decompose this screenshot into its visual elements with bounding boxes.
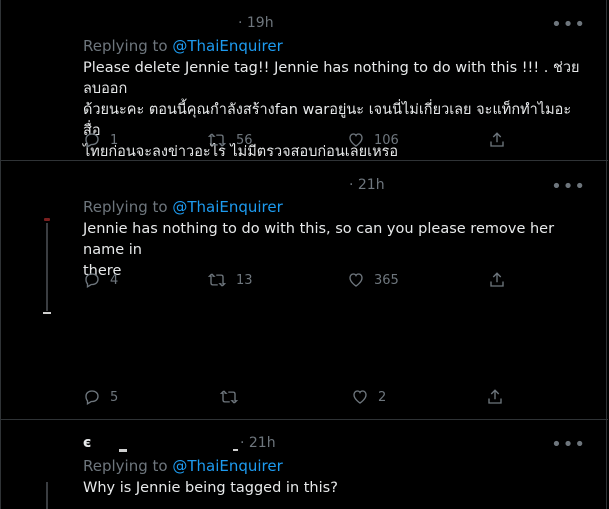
like-button[interactable]: 365 [347, 271, 399, 289]
thread-line [46, 223, 48, 311]
replying-to: Replying to @ThaiEnquirer [83, 37, 283, 55]
reply-count: 5 [110, 389, 119, 405]
tweet-text-line: Why is Jennie being tagged in this? [83, 480, 338, 496]
replying-to-label: Replying to [83, 198, 173, 216]
avatar-fragment [43, 312, 51, 314]
timeline: · 19h ••• Replying to @ThaiEnquirer Plea… [0, 0, 608, 509]
thread-line [46, 482, 48, 509]
like-icon [349, 133, 363, 147]
mention-link[interactable]: @ThaiEnquirer [172, 37, 282, 55]
replying-to: Replying to @ThaiEnquirer [83, 198, 283, 216]
reply-count: 1 [110, 132, 119, 148]
tweet-timestamp[interactable]: · 19h [238, 15, 274, 31]
tweet-2[interactable]: · 21h ••• Replying to @ThaiEnquirer Jenn… [1, 161, 608, 418]
retweet-button[interactable]: 13 [207, 271, 253, 289]
reply-button[interactable]: 1 [83, 131, 118, 149]
like-button[interactable]: 2 [351, 388, 386, 406]
share-button[interactable] [486, 388, 504, 406]
reply-icon [85, 273, 99, 288]
tweet-text: Why is Jennie being tagged in this? [83, 478, 583, 499]
mention-link[interactable]: @ThaiEnquirer [172, 457, 282, 475]
share-icon [490, 132, 504, 147]
reply-button[interactable]: 5 [83, 388, 118, 406]
retweet-button[interactable]: 56 [207, 131, 253, 149]
tweet-timestamp[interactable]: · 21h [349, 177, 385, 193]
avatar-fragment [44, 218, 50, 221]
like-count: 365 [374, 272, 399, 288]
retweet-button[interactable] [219, 388, 248, 406]
share-button[interactable] [488, 271, 506, 289]
tweet-text-line: Please delete Jennie tag!! Jennie has no… [83, 60, 580, 97]
replying-to: Replying to @ThaiEnquirer [83, 457, 283, 475]
tweet-3[interactable]: є · 21h ••• Replying to @ThaiEnquirer Wh… [1, 420, 608, 509]
retweet-icon [219, 390, 239, 404]
reply-count: 4 [110, 272, 119, 288]
tweet-timestamp[interactable]: · 21h [240, 435, 276, 451]
tweet-author-handle[interactable]: є [83, 435, 91, 451]
share-icon [490, 272, 504, 287]
tweet-actions: 5 2 [83, 388, 513, 408]
like-button[interactable]: 106 [347, 131, 399, 149]
tweet-actions: 1 56 106 [83, 131, 513, 151]
more-icon[interactable]: ••• [551, 16, 586, 34]
more-icon[interactable]: ••• [551, 436, 586, 454]
reply-icon [85, 133, 99, 148]
mention-link[interactable]: @ThaiEnquirer [172, 198, 282, 216]
retweet-count: 13 [236, 272, 253, 288]
like-icon [349, 273, 363, 287]
like-count: 2 [378, 389, 387, 405]
tweet-1[interactable]: · 19h ••• Replying to @ThaiEnquirer Plea… [1, 0, 608, 160]
like-count: 106 [374, 132, 399, 148]
like-icon [353, 390, 367, 404]
retweet-icon [207, 273, 227, 287]
redacted-name-mark [119, 449, 127, 452]
more-icon[interactable]: ••• [551, 178, 586, 196]
tweet-actions: 4 13 365 [83, 271, 513, 291]
reply-icon [85, 390, 99, 405]
replying-to-label: Replying to [83, 37, 173, 55]
reply-button[interactable]: 4 [83, 271, 118, 289]
redacted-name-mark [233, 449, 238, 451]
share-icon [488, 389, 502, 404]
retweet-icon [207, 133, 227, 147]
share-button[interactable] [488, 131, 506, 149]
replying-to-label: Replying to [83, 457, 173, 475]
retweet-count: 56 [236, 132, 253, 148]
tweet-text-line: Jennie has nothing to do with this, so c… [83, 221, 555, 258]
